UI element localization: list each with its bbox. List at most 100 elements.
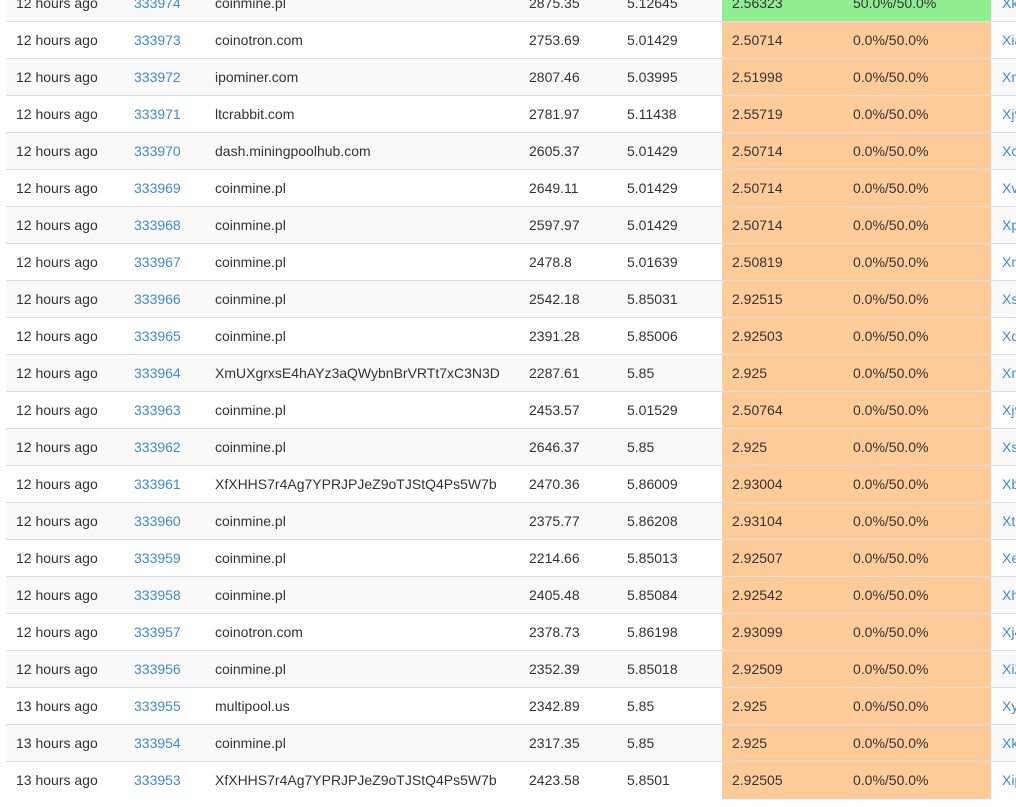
payee-address-link[interactable]: XiZ: [1002, 661, 1016, 677]
block-time: 12 hours ago: [16, 661, 98, 677]
height-cell: 333973: [124, 21, 205, 59]
block-height-link[interactable]: 333974: [134, 0, 181, 11]
addr-cell: Xn: [991, 354, 1016, 392]
block-height-link[interactable]: 333963: [134, 402, 181, 418]
difficulty-value: 2405.48: [529, 587, 580, 603]
payee-address-link[interactable]: Xc: [1002, 143, 1016, 159]
table-row: 12 hours ago 333966 coinmine.pl 2542.18 5.85…: [6, 280, 1016, 318]
block-height-link[interactable]: 333962: [134, 439, 181, 455]
payee-address-link[interactable]: Xia: [1002, 32, 1016, 48]
block-height-link[interactable]: 333954: [134, 735, 181, 751]
table-row: 12 hours ago 333967 coinmine.pl 2478.8 5.016…: [6, 243, 1016, 281]
masternode-reward: 2.925: [732, 698, 768, 714]
block-height-link[interactable]: 333968: [134, 217, 181, 233]
table-row: 12 hours ago 333968 coinmine.pl 2597.97 5.01…: [6, 206, 1016, 244]
block-height-link[interactable]: 333973: [134, 32, 181, 48]
block-reward: 5.85031: [627, 291, 678, 307]
block-reward: 5.86198: [627, 624, 678, 640]
addr-cell: Xh: [991, 576, 1016, 614]
block-time: 12 hours ago: [16, 0, 98, 11]
block-height-link[interactable]: 333970: [134, 143, 181, 159]
payee-address-link[interactable]: Xj9: [1002, 402, 1016, 418]
block-height-link[interactable]: 333953: [134, 772, 181, 788]
block-height-link[interactable]: 333969: [134, 180, 181, 196]
block-height-link[interactable]: 333956: [134, 661, 181, 677]
mn-reward-cell: 2.50714: [722, 21, 843, 59]
split-cell: 50.0%/50.0%: [843, 0, 991, 22]
payee-address-link[interactable]: Xv: [1002, 180, 1016, 196]
height-cell: 333974: [124, 0, 205, 22]
table-row: 12 hours ago 333971 ltcrabbit.com 2781.97 5.…: [6, 95, 1016, 133]
difficulty-value: 2542.18: [529, 291, 580, 307]
difficulty-cell: 2342.89: [519, 687, 617, 725]
split-cell: 0.0%/50.0%: [843, 428, 991, 466]
payee-address-link[interactable]: Xq: [1002, 328, 1016, 344]
block-height-link[interactable]: 333965: [134, 328, 181, 344]
addr-cell: Xq: [991, 317, 1016, 355]
block-height-link[interactable]: 333958: [134, 587, 181, 603]
payee-address-link[interactable]: Xk: [1002, 0, 1016, 11]
payee-address-link[interactable]: Xe: [1002, 550, 1016, 566]
payee-address-link[interactable]: Xj4: [1002, 624, 1016, 640]
block-height-link[interactable]: 333966: [134, 291, 181, 307]
pool-name: XfXHHS7r4Ag7YPRJPJeZ9oTJStQ4Ps5W7b: [215, 476, 497, 492]
payee-address-link[interactable]: Xb: [1002, 476, 1016, 492]
block-height-link[interactable]: 333959: [134, 550, 181, 566]
payee-address-link[interactable]: Xy: [1002, 698, 1016, 714]
time-cell: 12 hours ago: [6, 391, 124, 429]
payment-split: 50.0%/50.0%: [853, 0, 937, 11]
pool-cell: coinmine.pl: [205, 243, 519, 281]
pool-cell: coinmine.pl: [205, 169, 519, 207]
block-height-link[interactable]: 333967: [134, 254, 181, 270]
payee-address-link[interactable]: Xn: [1002, 365, 1016, 381]
payee-address-link[interactable]: Xn: [1002, 254, 1016, 270]
block-height-link[interactable]: 333960: [134, 513, 181, 529]
payee-address-link[interactable]: Xtl: [1002, 513, 1016, 529]
reward-cell: 5.01429: [617, 169, 722, 207]
masternode-reward: 2.51998: [732, 69, 783, 85]
addr-cell: Xe: [991, 539, 1016, 577]
masternode-reward: 2.50714: [732, 32, 783, 48]
reward-cell: 5.12645: [617, 0, 722, 22]
difficulty-cell: 2405.48: [519, 576, 617, 614]
block-height-link[interactable]: 333961: [134, 476, 181, 492]
pool-cell: ipominer.com: [205, 58, 519, 96]
time-cell: 12 hours ago: [6, 95, 124, 133]
block-height-link[interactable]: 333971: [134, 106, 181, 122]
payee-address-link[interactable]: Xip: [1002, 772, 1016, 788]
split-cell: 0.0%/50.0%: [843, 391, 991, 429]
block-time: 12 hours ago: [16, 550, 98, 566]
payee-address-link[interactable]: Xj9: [1002, 106, 1016, 122]
payee-address-link[interactable]: Xs: [1002, 291, 1016, 307]
difficulty-cell: 2597.97: [519, 206, 617, 244]
block-time: 12 hours ago: [16, 513, 98, 529]
payee-address-link[interactable]: Xp: [1002, 217, 1016, 233]
block-height-link[interactable]: 333957: [134, 624, 181, 640]
block-time: 12 hours ago: [16, 69, 98, 85]
payee-address-link[interactable]: Xs: [1002, 439, 1016, 455]
pool-name: coinmine.pl: [215, 587, 286, 603]
addr-cell: Xia: [991, 21, 1016, 59]
block-height-link[interactable]: 333955: [134, 698, 181, 714]
payee-address-link[interactable]: Xn: [1002, 69, 1016, 85]
payment-split: 0.0%/50.0%: [853, 476, 929, 492]
difficulty-value: 2753.69: [529, 32, 580, 48]
addr-cell: Xn: [991, 58, 1016, 96]
difficulty-cell: 2807.46: [519, 58, 617, 96]
block-reward: 5.85: [627, 735, 655, 751]
block-reward: 5.01639: [627, 254, 678, 270]
pool-cell: XfXHHS7r4Ag7YPRJPJeZ9oTJStQ4Ps5W7b: [205, 465, 519, 503]
payee-address-link[interactable]: Xk: [1002, 735, 1016, 751]
split-cell: 0.0%/50.0%: [843, 132, 991, 170]
split-cell: 0.0%/50.0%: [843, 761, 991, 799]
block-height-link[interactable]: 333964: [134, 365, 181, 381]
block-height-link[interactable]: 333972: [134, 69, 181, 85]
pool-cell: coinmine.pl: [205, 0, 519, 22]
mn-reward-cell: 2.93099: [722, 613, 843, 651]
masternode-reward: 2.925: [732, 439, 768, 455]
payee-address-link[interactable]: Xh: [1002, 587, 1016, 603]
mn-reward-cell: 2.50714: [722, 206, 843, 244]
pool-cell: coinmine.pl: [205, 539, 519, 577]
time-cell: 12 hours ago: [6, 502, 124, 540]
split-cell: 0.0%/50.0%: [843, 169, 991, 207]
